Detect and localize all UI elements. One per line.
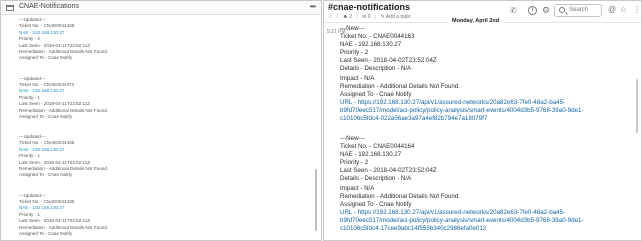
notification-line: Assigned To - Cnae Notify bbox=[19, 55, 73, 61]
more-actions-icon[interactable]: ⋮ bbox=[633, 5, 641, 14]
search-placeholder: Search bbox=[569, 7, 589, 13]
message-line: Remediation - Additional Details Not Fou… bbox=[340, 193, 461, 201]
channel-scrollbar[interactable] bbox=[636, 79, 638, 133]
message-line: NAE - 192.168.130.27 bbox=[340, 40, 402, 48]
message-line: NAE - 192.168.130.27 bbox=[340, 150, 402, 158]
url-link[interactable]: b9fd70eec517/model/aci-policy/policy-ana… bbox=[340, 107, 630, 115]
message-line: Last Seen - 2018-04-02T23:52:04Z bbox=[340, 166, 437, 174]
message-line: Details - Description - N/A bbox=[340, 64, 412, 72]
notification-line: Assigned To - Cnae Notify bbox=[19, 172, 73, 178]
message: ---New--- Ticket No. - CNAE0044163 NAE - 1… bbox=[340, 25, 630, 123]
slack-channel-pane: #cnae-notifications ☆ | ☻ 2 | ⊛ 0 | ✎ Ad… bbox=[323, 0, 642, 241]
url-link[interactable]: c10106c5fdc4-17cee9abc14f555b340c2986efa… bbox=[340, 225, 630, 233]
gear-icon[interactable]: ⚙ bbox=[542, 5, 550, 16]
search-icon bbox=[559, 7, 565, 13]
more-menu-icon[interactable]: ••• bbox=[310, 2, 316, 11]
message-line: Assigned To - Cnae Notify bbox=[340, 91, 412, 99]
search-input[interactable]: Search bbox=[554, 4, 602, 17]
url-link[interactable]: c10106c5fdc4-022a56ae3a97a4ef82b794e7a18… bbox=[340, 115, 630, 123]
phone-icon[interactable]: ✆ bbox=[510, 6, 517, 15]
url-link[interactable]: b9fd70eec517/model/aci-policy/policy-ana… bbox=[340, 217, 630, 225]
message-line: Last Seen - 2018-04-02T23:52:04Z bbox=[340, 56, 437, 64]
message-line: Impact - N/A bbox=[340, 75, 375, 83]
date-divider-label: Monday, April 2nd bbox=[448, 18, 504, 24]
notification-item: ---Updated--- Ticket No. - CNAE0044436 NAE… bbox=[19, 193, 279, 241]
message-line: Priority - 2 bbox=[340, 48, 369, 56]
message-line: ---New--- bbox=[340, 135, 365, 142]
message-line: Assigned To - Cnae Notify bbox=[340, 201, 412, 209]
notification-line: Assigned To - Cnae Notify bbox=[19, 230, 73, 236]
star-icon[interactable]: ☆ bbox=[620, 5, 627, 14]
preview-header: CNAE-Notifications ••• bbox=[1, 1, 321, 15]
info-icon[interactable]: i bbox=[528, 6, 537, 15]
notification-list: ---Updated--- Ticket No. - CNAE0044428 NAE… bbox=[19, 17, 279, 241]
channel-name[interactable]: #cnae-notifications bbox=[328, 2, 410, 12]
notification-item: ---Updated--- Ticket No. - CNAE0044435 NAE… bbox=[19, 134, 279, 193]
message-line: Details - Description - N/A bbox=[340, 174, 412, 182]
message-line: ---New--- bbox=[340, 25, 365, 32]
message-line: Impact - N/A bbox=[340, 185, 375, 193]
message-line: Priority - 2 bbox=[340, 158, 369, 166]
url-link[interactable]: URL - https://192.168.130.27/api/v1/assu… bbox=[340, 209, 630, 217]
folder-icon bbox=[6, 5, 14, 11]
message: ---New--- Ticket No. - CNAE0044164 NAE - 1… bbox=[340, 135, 630, 233]
message-line: Ticket No. - CNAE0044164 bbox=[340, 142, 415, 150]
notification-item: ---Updated--- Ticket No. - CNAE0044428 NAE… bbox=[19, 17, 279, 76]
message-line: Ticket No. - CNAE0044163 bbox=[340, 32, 415, 40]
preview-title: CNAE-Notifications bbox=[19, 3, 79, 10]
url-link[interactable]: URL - https://192.168.130.27/api/v1/assu… bbox=[340, 99, 630, 107]
notification-preview-pane: CNAE-Notifications ••• ---Updated--- Tick… bbox=[0, 0, 322, 241]
message-line: Remediation - Additional Details Not Fou… bbox=[340, 83, 461, 91]
notification-line: Assigned To - Cnae Notify bbox=[19, 113, 73, 119]
mentions-icon[interactable]: @ bbox=[608, 5, 616, 14]
preview-scrollbar[interactable] bbox=[315, 169, 317, 231]
notification-item: ---Updated--- Ticket No. - CNAE0044373 NAE… bbox=[19, 76, 279, 135]
